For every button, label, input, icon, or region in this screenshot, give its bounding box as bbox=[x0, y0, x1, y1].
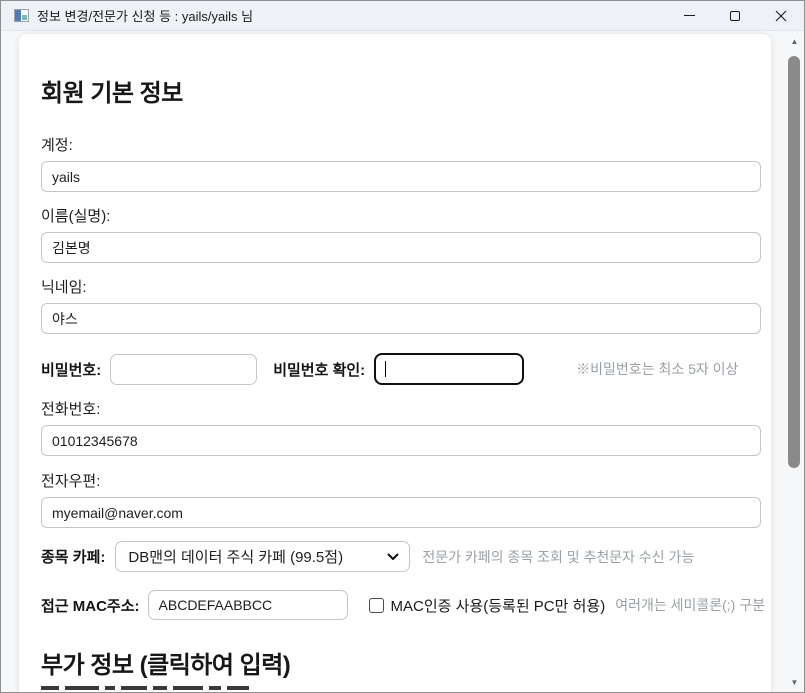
email-input[interactable] bbox=[41, 497, 761, 528]
password-hint: ※비밀번호는 최소 5자 이상 bbox=[576, 359, 738, 379]
account-input[interactable] bbox=[41, 161, 761, 192]
window-controls bbox=[666, 1, 804, 30]
phone-label: 전화번호: bbox=[41, 400, 761, 420]
close-button[interactable] bbox=[758, 1, 804, 30]
cafe-select[interactable]: DB맨의 데이터 주식 카페 (99.5점) bbox=[115, 541, 410, 572]
account-label: 계정: bbox=[41, 136, 761, 156]
mac-input[interactable] bbox=[148, 590, 348, 620]
password-confirm-label: 비밀번호 확인: bbox=[273, 359, 365, 380]
form-panel: 회원 기본 정보 계정: 이름(실명): 닉네임: 비밀번호: 비밀번호 확인:… bbox=[19, 34, 771, 693]
phone-input[interactable] bbox=[41, 425, 761, 456]
vertical-scrollbar[interactable]: ▲ ▼ bbox=[786, 32, 803, 691]
mac-label: 접근 MAC주소: bbox=[41, 595, 140, 616]
email-label: 전자우편: bbox=[41, 472, 761, 492]
password-label: 비밀번호: bbox=[41, 359, 101, 380]
minimize-icon bbox=[684, 15, 695, 16]
mac-auth-checkbox-label[interactable]: MAC인증 사용(등록된 PC만 허용) bbox=[391, 595, 606, 616]
real-name-label: 이름(실명): bbox=[41, 207, 761, 227]
password-confirm-input[interactable] bbox=[374, 353, 524, 385]
titlebar: 정보 변경/전문가 신청 등 : yails/yails 님 bbox=[1, 1, 804, 31]
scroll-up-icon[interactable]: ▲ bbox=[786, 34, 803, 48]
minimize-button[interactable] bbox=[666, 1, 712, 30]
real-name-input[interactable] bbox=[41, 232, 761, 263]
cafe-selected-option: DB맨의 데이터 주식 카페 (99.5점) bbox=[128, 546, 381, 567]
nickname-input[interactable] bbox=[41, 303, 761, 334]
cafe-label: 종목 카페: bbox=[41, 546, 105, 567]
text-caret bbox=[385, 361, 386, 377]
nickname-label: 닉네임: bbox=[41, 278, 761, 298]
close-icon bbox=[775, 10, 787, 22]
section-extra-title[interactable]: 부가 정보 (클릭하여 입력) bbox=[41, 650, 761, 682]
cafe-row: 종목 카페: DB맨의 데이터 주식 카페 (99.5점) 전문가 카페의 종목… bbox=[41, 541, 761, 572]
chevron-down-icon bbox=[387, 553, 399, 561]
scrollbar-thumb[interactable] bbox=[788, 56, 800, 468]
mac-hint: 여러개는 세미콜론(;) 구분 bbox=[615, 595, 765, 615]
scroll-down-icon[interactable]: ▼ bbox=[786, 675, 803, 689]
app-window-icon bbox=[14, 9, 29, 22]
dialog-window: 정보 변경/전문가 신청 등 : yails/yails 님 회원 기본 정보 … bbox=[0, 0, 805, 693]
maximize-icon bbox=[730, 11, 740, 21]
clipped-next-row bbox=[41, 686, 761, 691]
mac-row: 접근 MAC주소: MAC인증 사용(등록된 PC만 허용) 여러개는 세미콜론… bbox=[41, 590, 761, 620]
password-input[interactable] bbox=[110, 354, 257, 385]
mac-auth-checkbox[interactable] bbox=[369, 598, 384, 613]
window-title: 정보 변경/전문가 신청 등 : yails/yails 님 bbox=[37, 6, 666, 25]
maximize-button[interactable] bbox=[712, 1, 758, 30]
cafe-hint: 전문가 카페의 종목 조회 및 추천문자 수신 가능 bbox=[422, 547, 694, 567]
section-basic-title: 회원 기본 정보 bbox=[41, 78, 761, 110]
password-row: 비밀번호: 비밀번호 확인: ※비밀번호는 최소 5자 이상 bbox=[41, 353, 761, 385]
